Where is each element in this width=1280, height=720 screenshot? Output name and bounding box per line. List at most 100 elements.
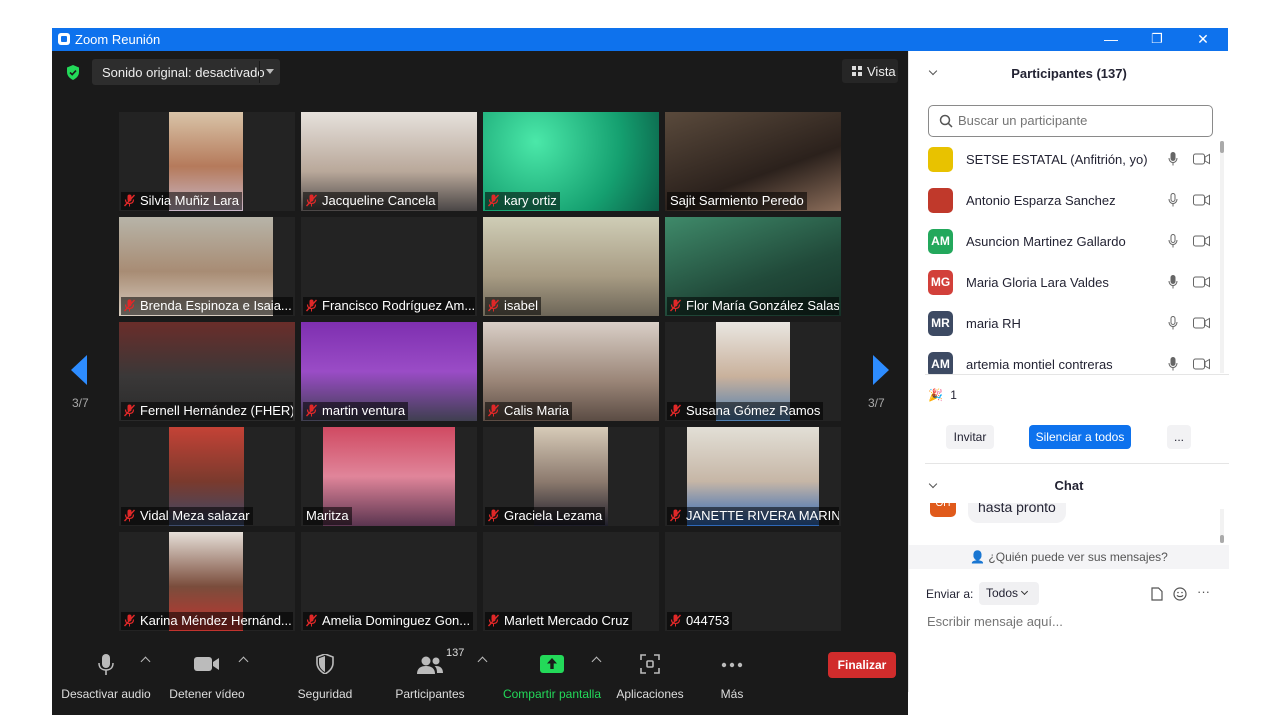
video-tile[interactable]: Fernell Hernández (FHER) <box>119 322 295 421</box>
people-icon: 👤 <box>970 550 986 564</box>
participant-row[interactable]: AM artemia montiel contreras <box>909 348 1229 375</box>
participant-row[interactable]: Antonio Esparza Sanchez <box>909 184 1229 225</box>
microphone-icon[interactable] <box>1168 275 1178 289</box>
muted-microphone-icon <box>124 614 135 627</box>
next-page-arrow-icon[interactable] <box>873 355 889 385</box>
participant-search-field[interactable] <box>928 105 1213 137</box>
muted-microphone-icon <box>488 509 499 522</box>
security-button[interactable]: Seguridad <box>288 635 362 705</box>
video-tile[interactable]: Susana Gómez Ramos <box>665 322 841 421</box>
microphone-icon[interactable] <box>1168 234 1178 248</box>
invite-button[interactable]: Invitar <box>946 425 994 449</box>
close-button[interactable]: ✕ <box>1180 28 1226 51</box>
mute-audio-button[interactable]: Desactivar audio <box>58 635 154 705</box>
muted-microphone-icon <box>124 509 135 522</box>
video-tile[interactable]: 044753 <box>665 532 841 631</box>
participant-row[interactable]: SETSE ESTATAL (Anfitrión, yo) <box>909 143 1229 184</box>
participant-name: Amelia Dominguez Gon... <box>322 613 471 628</box>
chat-header: Chat <box>1054 478 1084 493</box>
restore-button[interactable]: ❐ <box>1134 28 1180 51</box>
participant-name: Flor María González Salas <box>686 298 839 313</box>
share-screen-button[interactable]: Compartir pantalla <box>500 635 604 705</box>
end-meeting-button[interactable]: Finalizar <box>828 652 896 678</box>
muted-microphone-icon <box>488 614 499 627</box>
participant-name: Jacqueline Cancela <box>322 193 436 208</box>
participant-name-label: Jacqueline Cancela <box>303 192 439 210</box>
microphone-icon[interactable] <box>1168 152 1178 166</box>
participant-avatar: AM <box>928 229 953 254</box>
apps-button[interactable]: Aplicaciones <box>612 635 688 705</box>
video-camera-icon[interactable] <box>1193 276 1210 288</box>
view-button[interactable]: Vista <box>842 59 898 83</box>
video-tile[interactable]: Calis Maria <box>483 322 659 421</box>
muted-microphone-icon <box>306 194 317 207</box>
video-camera-icon[interactable] <box>1193 358 1210 370</box>
stop-video-button[interactable]: Detener vídeo <box>162 635 252 705</box>
participant-name-label: kary ortiz <box>485 192 560 210</box>
video-tile[interactable]: Jacqueline Cancela <box>301 112 477 211</box>
video-camera-icon[interactable] <box>1193 153 1210 165</box>
microphone-icon[interactable] <box>1168 193 1178 207</box>
microphone-icon[interactable] <box>1168 316 1178 330</box>
participant-row[interactable]: MR maria RH <box>909 307 1229 348</box>
video-camera-icon[interactable] <box>1193 194 1210 206</box>
who-can-see-messages-link[interactable]: 👤 ¿Quién puede ver sus mensajes? <box>909 545 1229 569</box>
participant-list-scrollbar[interactable] <box>1220 141 1224 373</box>
participant-name: Calis Maria <box>504 403 570 418</box>
more-button[interactable]: Más <box>708 635 756 705</box>
original-sound-dropdown[interactable]: Sonido original: desactivado <box>92 59 280 85</box>
video-tile[interactable]: Amelia Dominguez Gon... <box>301 532 477 631</box>
chat-scrollbar[interactable] <box>1220 509 1224 543</box>
participant-list: SETSE ESTATAL (Anfitrión, yo) Antonio Esp… <box>909 143 1229 375</box>
chevron-down-icon[interactable] <box>266 69 274 74</box>
video-tile[interactable]: Brenda Espinoza e Isaia... <box>119 217 295 316</box>
participant-search-input[interactable] <box>956 112 1196 129</box>
muted-microphone-icon <box>488 299 499 312</box>
video-camera-icon[interactable] <box>1193 317 1210 329</box>
video-tile[interactable]: Marlett Mercado Cruz <box>483 532 659 631</box>
previous-page-arrow-icon[interactable] <box>71 355 87 385</box>
window-title: Zoom Reunión <box>75 32 161 47</box>
participant-list-name: artemia montiel contreras <box>966 357 1113 372</box>
participant-row[interactable]: AM Asuncion Martinez Gallardo <box>909 225 1229 266</box>
participant-name-label: Sajit Sarmiento Peredo <box>667 192 807 210</box>
title-bar: Zoom Reunión — ❐ ✕ <box>52 28 1228 51</box>
video-tile[interactable]: isabel <box>483 217 659 316</box>
chat-message-input[interactable] <box>925 613 1215 630</box>
participant-name: Karina Méndez Hernánd... <box>140 613 292 628</box>
participants-more-button[interactable]: ... <box>1167 425 1191 449</box>
chat-more-options-icon[interactable]: ··· <box>1197 584 1210 599</box>
video-area: Sonido original: desactivado Vista 3/7 3… <box>52 51 908 715</box>
participant-name: 044753 <box>686 613 730 628</box>
video-tile[interactable]: Sajit Sarmiento Peredo <box>665 112 841 211</box>
send-to-dropdown[interactable]: Todos <box>979 582 1039 605</box>
video-tile[interactable]: martin ventura <box>301 322 477 421</box>
file-icon[interactable] <box>1151 587 1163 601</box>
participant-name-label: Fernell Hernández (FHER) <box>121 402 293 420</box>
participant-name: kary ortiz <box>504 193 557 208</box>
video-tile[interactable]: kary ortiz <box>483 112 659 211</box>
video-tile[interactable]: Francisco Rodríguez Am... <box>301 217 477 316</box>
minimize-button[interactable]: — <box>1088 28 1134 51</box>
mute-all-button[interactable]: Silenciar a todos <box>1029 425 1131 449</box>
video-tile[interactable]: JANETTE RIVERA MARIN <box>665 427 841 526</box>
shield-check-icon[interactable] <box>66 65 80 80</box>
participants-button[interactable]: 137 Participantes <box>388 635 472 705</box>
participant-name: Fernell Hernández (FHER) <box>140 403 293 418</box>
page-indicator-right: 3/7 <box>868 396 885 410</box>
participant-name-label: Susana Gómez Ramos <box>667 402 824 420</box>
microphone-icon[interactable] <box>1168 357 1178 371</box>
video-tile[interactable]: Silvia Muñiz Lara <box>119 112 295 211</box>
participant-list-name: Antonio Esparza Sanchez <box>966 193 1116 208</box>
participant-name-label: Brenda Espinoza e Isaia... <box>121 297 293 315</box>
video-camera-icon[interactable] <box>1193 235 1210 247</box>
video-tile[interactable]: Flor María González Salas <box>665 217 841 316</box>
video-tile[interactable]: Vidal Meza salazar <box>119 427 295 526</box>
video-tile[interactable]: Maritza <box>301 427 477 526</box>
participant-row[interactable]: MG Maria Gloria Lara Valdes <box>909 266 1229 307</box>
emoji-icon[interactable] <box>1173 587 1187 601</box>
video-tile[interactable]: Karina Méndez Hernánd... <box>119 532 295 631</box>
participants-options-chevron-icon[interactable] <box>477 656 488 667</box>
video-tile[interactable]: Graciela Lezama <box>483 427 659 526</box>
muted-microphone-icon <box>306 299 317 312</box>
